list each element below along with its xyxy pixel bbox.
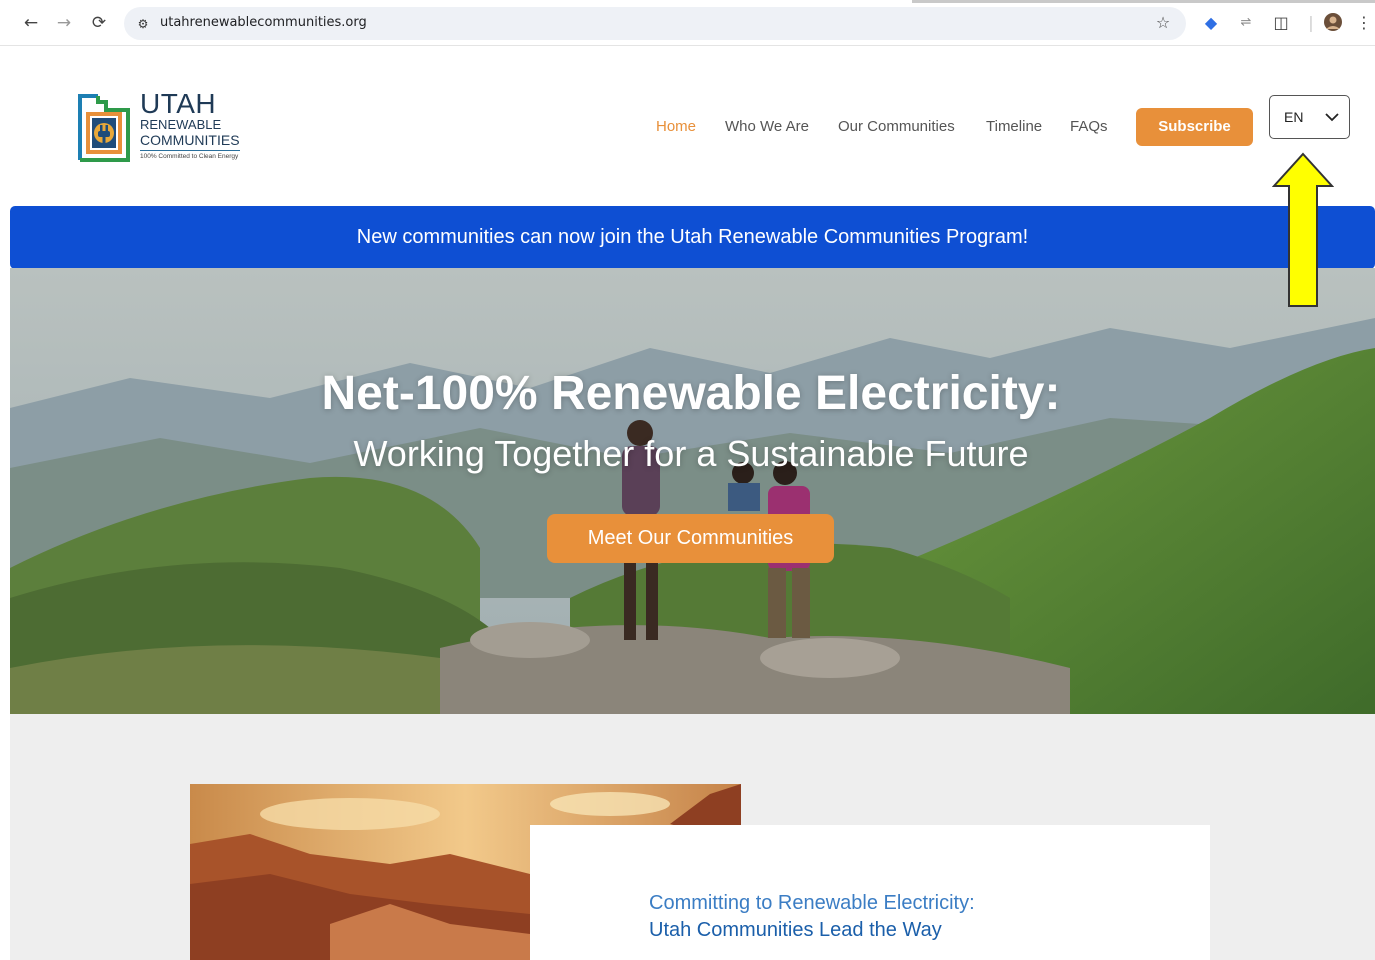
toolbar-divider: | [1308,13,1314,32]
site-logo[interactable]: UTAH RENEWABLE COMMUNITIES 100% Committe… [76,88,266,166]
nav-faqs[interactable]: FAQs [1070,118,1108,135]
nav-our-communities[interactable]: Our Communities [838,118,955,135]
announcement-text[interactable]: New communities can now join the Utah Re… [10,226,1375,249]
hero-background-image [10,268,1375,714]
intro-card-kicker: Committing to Renewable Electricity: [649,892,975,914]
nav-home[interactable]: Home [656,118,696,135]
web-page: UTAH RENEWABLE COMMUNITIES 100% Committe… [10,46,1375,960]
page-left-gutter [0,46,10,960]
chevron-down-icon [1325,113,1339,122]
annotation-arrow-icon [1272,152,1334,307]
url-text[interactable]: utahrenewablecommunities.org [160,15,367,30]
logo-line2: COMMUNITIES [140,132,240,151]
forward-icon[interactable]: → [53,12,75,34]
reload-icon[interactable]: ⟳ [88,12,110,34]
window-strip [912,0,1375,3]
subscribe-button[interactable]: Subscribe [1136,108,1253,146]
announcement-banner[interactable]: New communities can now join the Utah Re… [10,206,1375,269]
address-bar[interactable]: ⚙ utahrenewablecommunities.org [124,7,1186,40]
intro-section: Committing to Renewable Electricity: Uta… [10,714,1375,960]
intro-card: Committing to Renewable Electricity: Uta… [530,825,1210,960]
extensions-puzzle-icon[interactable]: ◫ [1270,12,1292,34]
logo-line1: RENEWABLE [140,117,222,132]
nav-who-we-are[interactable]: Who We Are [725,118,809,135]
intro-card-heading: Utah Communities Lead the Way [649,919,942,941]
extension-diamond-icon[interactable]: ◆ [1200,12,1222,34]
back-icon[interactable]: ← [20,12,42,34]
extension-link-icon[interactable]: ⇌ [1235,12,1257,34]
hero-section: Net-100% Renewable Electricity: Working … [10,268,1375,714]
browser-toolbar: ← → ⟳ ⚙ utahrenewablecommunities.org ☆ ◆… [0,0,1375,46]
nav-timeline[interactable]: Timeline [986,118,1042,135]
site-header: UTAH RENEWABLE COMMUNITIES 100% Committe… [10,46,1375,206]
hero-title: Net-100% Renewable Electricity: [321,367,1061,420]
hero-subtitle: Working Together for a Sustainable Futur… [353,433,1029,474]
profile-avatar[interactable] [1322,12,1344,34]
bookmark-star-icon[interactable]: ☆ [1152,12,1174,34]
site-info-icon[interactable]: ⚙ [134,15,152,33]
language-select[interactable]: EN [1269,95,1350,139]
language-value: EN [1284,109,1304,125]
browser-menu-icon[interactable]: ⋮ [1356,12,1372,34]
logo-house-plug-icon [78,94,130,162]
logo-tagline: 100% Committed to Clean Energy [140,153,239,160]
logo-title: UTAH [140,88,217,119]
meet-our-communities-button[interactable]: Meet Our Communities [547,514,834,563]
